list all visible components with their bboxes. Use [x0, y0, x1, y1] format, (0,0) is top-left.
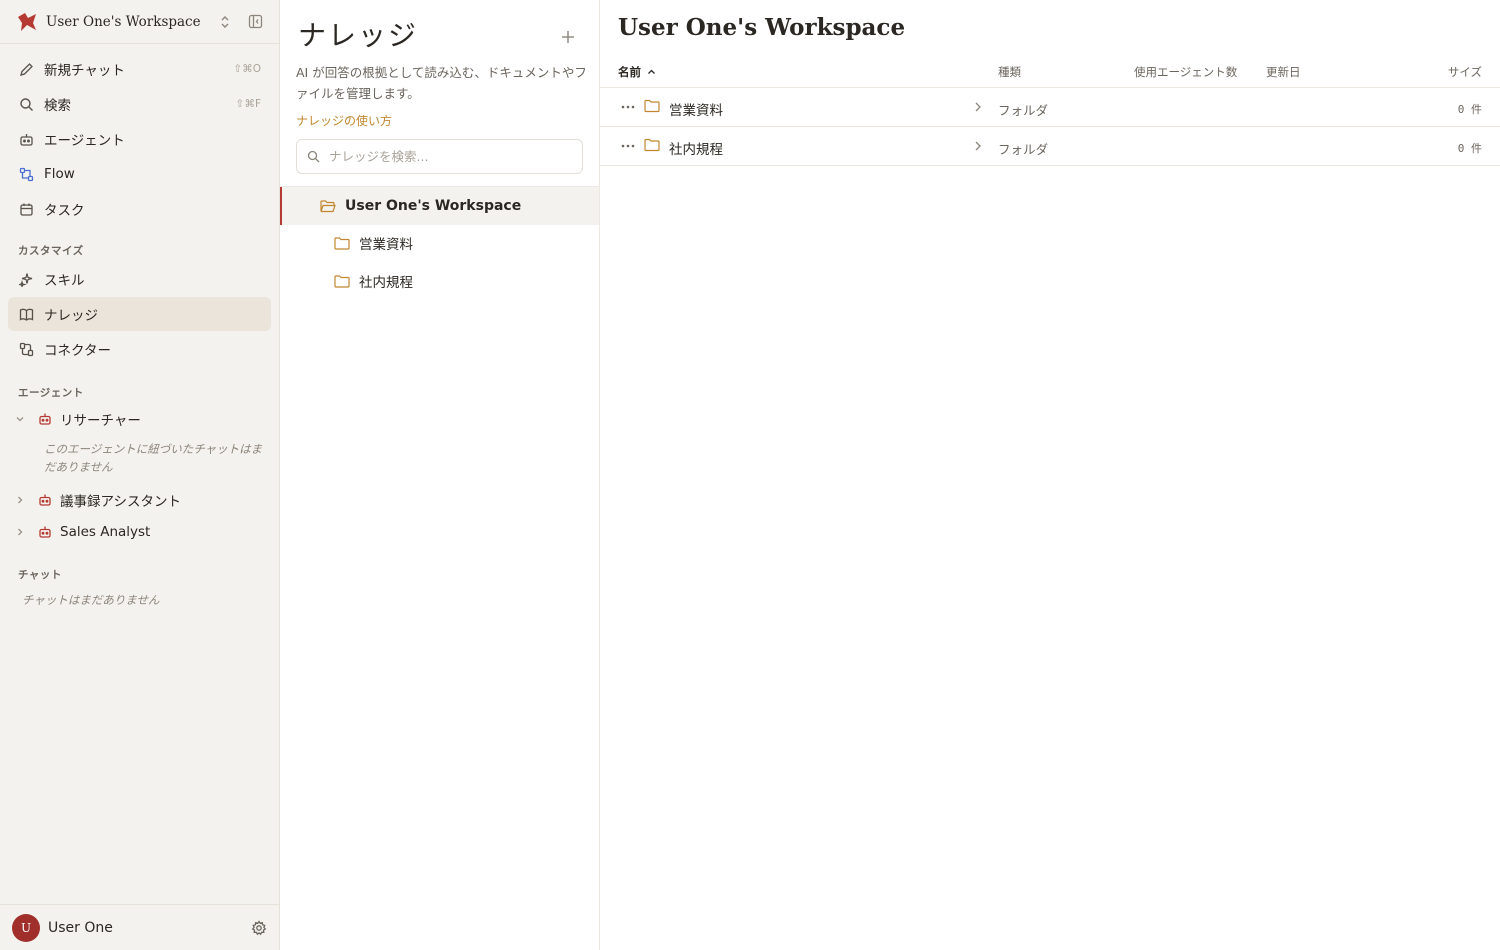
agent-label: Sales Analyst: [60, 524, 151, 540]
tree-label: 営業資料: [359, 237, 413, 253]
knowledge-search-input[interactable]: [329, 149, 572, 164]
nav-label: タスク: [44, 203, 85, 219]
robot-icon: [18, 131, 34, 147]
workspace-logo-icon: [18, 12, 36, 31]
more-options-icon[interactable]: [618, 139, 638, 153]
folder-icon: [644, 138, 660, 152]
pencil-icon: [18, 61, 34, 77]
chat-empty-message: チャットはまだありません: [22, 593, 160, 607]
page-title: ナレッジ: [298, 19, 419, 52]
folder-open-icon: [320, 199, 336, 213]
table-header: 名前 種類 使用エージェント数 更新日 サイズ: [600, 54, 1500, 88]
table-row[interactable]: 営業資料 フォルダ 0 件: [600, 88, 1500, 127]
nav-label: エージェント: [44, 133, 125, 149]
search-icon: [307, 150, 321, 164]
row-size: 0 件: [1457, 142, 1482, 155]
sort-ascending-icon: [648, 69, 655, 74]
workspace-header[interactable]: User One's Workspace: [0, 0, 279, 44]
folder-icon: [644, 99, 660, 113]
sparkle-icon: [18, 271, 34, 287]
chevron-right-icon[interactable]: [14, 526, 26, 538]
avatar[interactable]: U: [12, 913, 40, 942]
agent-item-sales-analyst[interactable]: Sales Analyst: [8, 518, 271, 546]
nav-connectors[interactable]: コネクター: [8, 332, 271, 366]
column-header-updated[interactable]: 更新日: [1266, 64, 1301, 80]
agent-empty-message: このエージェントに紐づいたチャットはまだありません: [44, 442, 263, 474]
section-title-chat: チャット: [18, 569, 62, 581]
knowledge-description: AI が回答の根拠として読み込む、ドキュメントやファイルを管理します。: [296, 65, 587, 101]
column-header-name[interactable]: 名前: [618, 64, 656, 80]
knowledge-panel: ナレッジ AI が回答の根拠として読み込む、ドキュメントやファイルを管理します。…: [280, 0, 600, 950]
sidebar: User One's Workspace 新規チャット ⇧⌘O 検索 ⇧⌘F エ…: [0, 0, 280, 950]
knowledge-search[interactable]: [296, 139, 583, 174]
robot-icon: [38, 493, 52, 507]
nav-label: Flow: [44, 166, 75, 182]
nav-agents[interactable]: エージェント: [8, 122, 271, 156]
nav-label: 検索: [44, 98, 71, 114]
nav-knowledge[interactable]: ナレッジ: [8, 297, 271, 331]
table-row[interactable]: 社内規程 フォルダ 0 件: [600, 127, 1500, 166]
main-content: User One's Workspace 名前 種類 使用エージェント数 更新日…: [600, 0, 1500, 950]
calendar-icon: [18, 201, 34, 217]
more-options-icon[interactable]: [618, 100, 638, 114]
search-icon: [18, 96, 34, 112]
folder-icon: [334, 236, 350, 250]
tree-item-internal-rules[interactable]: 社内規程: [280, 263, 599, 299]
row-type: フォルダ: [998, 142, 1049, 157]
chevron-right-icon[interactable]: [14, 494, 26, 506]
collapse-sidebar-icon[interactable]: [247, 14, 263, 30]
tree-item-workspace-root[interactable]: User One's Workspace: [280, 187, 599, 225]
column-header-size[interactable]: サイズ: [1448, 64, 1482, 80]
tree-label: User One's Workspace: [345, 198, 522, 214]
book-icon: [18, 306, 34, 322]
row-name: 社内規程: [669, 142, 723, 158]
plus-icon: [562, 31, 574, 43]
section-title-agents: エージェント: [18, 387, 84, 399]
agent-item-minutes-assistant[interactable]: 議事録アシスタント: [8, 486, 271, 514]
row-name: 営業資料: [669, 103, 723, 119]
nav-flow[interactable]: Flow: [8, 157, 271, 191]
chevron-right-icon[interactable]: [973, 101, 983, 113]
user-footer: U User One: [0, 904, 279, 950]
add-knowledge-button[interactable]: [555, 24, 581, 50]
connector-icon: [18, 341, 34, 357]
tree-item-sales-materials[interactable]: 営業資料: [280, 225, 599, 261]
robot-icon: [38, 412, 52, 426]
nav-label: 新規チャット: [44, 63, 125, 79]
folder-icon: [334, 274, 350, 288]
nav-label: スキル: [44, 273, 85, 289]
column-header-agents[interactable]: 使用エージェント数: [1134, 64, 1237, 80]
workspace-name: User One's Workspace: [46, 13, 201, 30]
nav-skills[interactable]: スキル: [8, 262, 271, 296]
shortcut-hint: ⇧⌘O: [233, 63, 261, 75]
chevron-right-icon[interactable]: [973, 140, 983, 152]
section-title-customize: カスタマイズ: [18, 245, 84, 257]
row-type: フォルダ: [998, 103, 1049, 118]
tree-label: 社内規程: [359, 275, 413, 291]
gear-icon[interactable]: [251, 919, 267, 936]
user-name[interactable]: User One: [48, 920, 251, 936]
nav-label: コネクター: [44, 343, 111, 359]
nav-search[interactable]: 検索 ⇧⌘F: [8, 87, 271, 121]
agent-item-researcher[interactable]: リサーチャー: [8, 405, 271, 433]
flow-icon: [18, 166, 34, 182]
agent-label: 議事録アシスタント: [60, 494, 181, 510]
knowledge-help-link[interactable]: ナレッジの使い方: [296, 112, 392, 129]
robot-icon: [38, 525, 52, 539]
column-header-label: 名前: [618, 65, 641, 79]
shortcut-hint: ⇧⌘F: [235, 98, 261, 110]
nav-label: ナレッジ: [44, 308, 98, 324]
chevron-down-icon[interactable]: [14, 413, 26, 425]
folder-title: User One's Workspace: [618, 14, 906, 41]
nav-tasks[interactable]: タスク: [8, 192, 271, 226]
agent-label: リサーチャー: [60, 413, 141, 429]
row-size: 0 件: [1457, 103, 1482, 116]
nav-new-chat[interactable]: 新規チャット ⇧⌘O: [8, 52, 271, 86]
workspace-switcher-icon[interactable]: [217, 14, 233, 30]
column-header-type[interactable]: 種類: [998, 64, 1021, 80]
